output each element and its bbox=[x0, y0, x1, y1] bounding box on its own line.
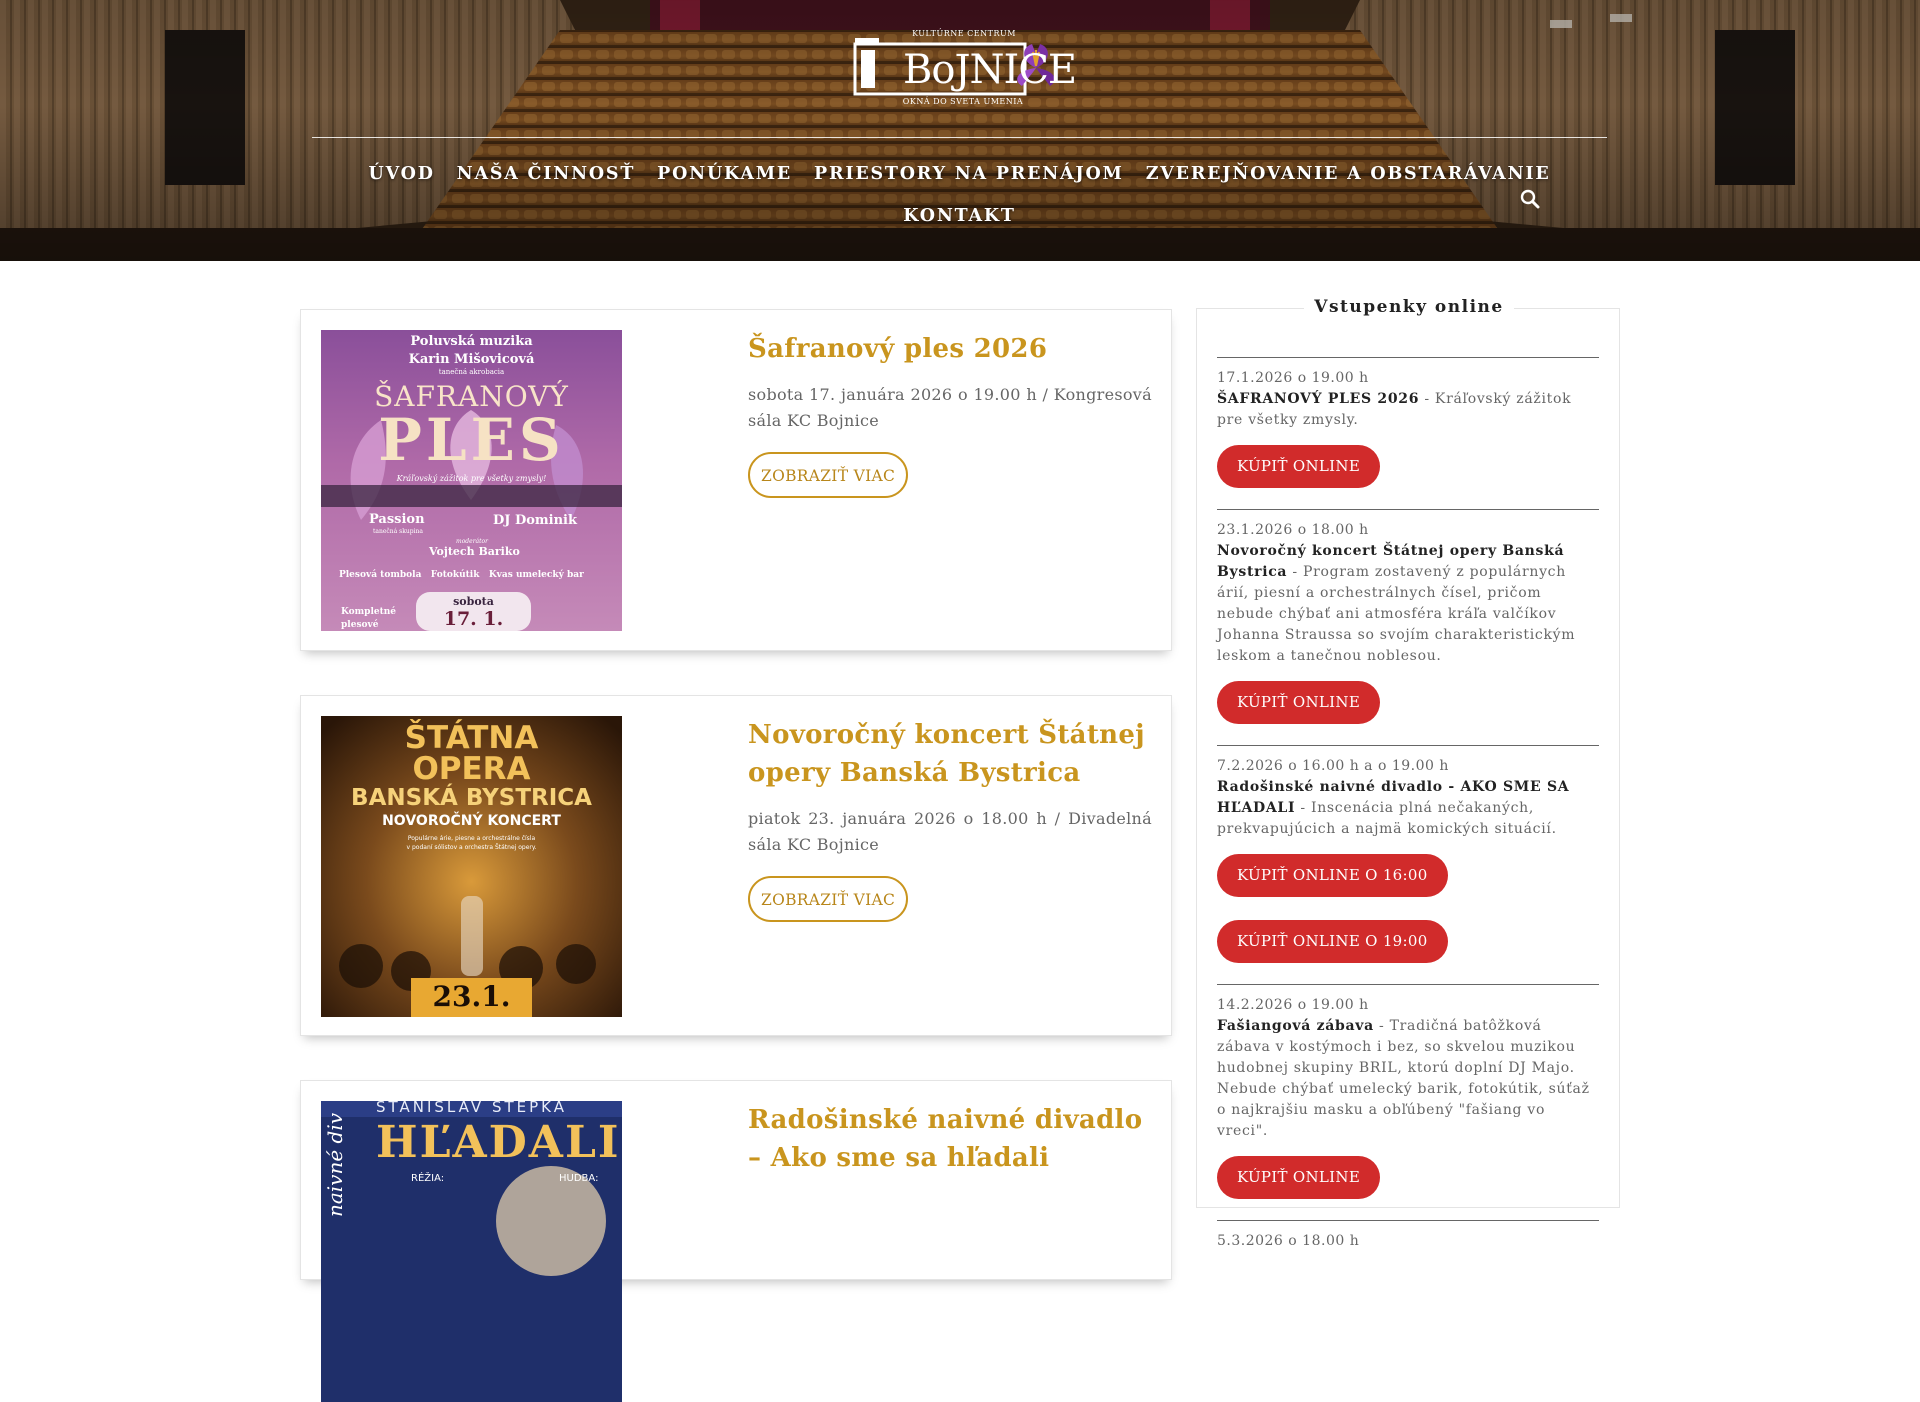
poster-headline: HĽADALI bbox=[376, 1117, 621, 1168]
poster-small: Populárne árie, piesne a orchestrálne čí… bbox=[407, 835, 536, 842]
ticket-date: 17.1.2026 o 19.00 h bbox=[1217, 370, 1369, 386]
ticket-item: 17.1.2026 o 19.00 h ŠAFRANOVÝ PLES 2026 … bbox=[1217, 357, 1599, 509]
nav-row-secondary: KONTAKT bbox=[312, 204, 1607, 228]
nav-item-nasa-cinnost[interactable]: NAŠA ČINNOSŤ bbox=[446, 162, 647, 186]
poster-line: OPERA bbox=[412, 751, 531, 787]
poster-line: tanečná akrobacia bbox=[438, 368, 505, 376]
ticket-description: Fašiangová zábava - Tradičná batôžková z… bbox=[1217, 1018, 1590, 1139]
buy-online-1900-button[interactable]: KÚPIŤ ONLINE O 19:00 bbox=[1217, 920, 1448, 963]
poster-date: 23.1. bbox=[432, 980, 511, 1013]
ticket-date: 23.1.2026 o 18.00 h bbox=[1217, 522, 1369, 538]
event-date-venue: sobota 17. januára 2026 o 19.00 h / Kong… bbox=[748, 385, 1152, 430]
ticket-description: Radošinské naivné divadlo - AKO SME SA H… bbox=[1217, 779, 1570, 837]
event-poster-safranovy-ples[interactable]: Poluvská muzika Karin Mišovicová tanečná… bbox=[321, 330, 622, 631]
ticket-list: 17.1.2026 o 19.00 h ŠAFRANOVÝ PLES 2026 … bbox=[1217, 357, 1599, 1273]
poster-headline: PLES bbox=[378, 406, 565, 474]
buy-online-1600-button[interactable]: KÚPIŤ ONLINE O 16:00 bbox=[1217, 854, 1448, 897]
poster-extras: Plesová tombola Fotokútik Kvas umelecký … bbox=[339, 570, 584, 580]
buy-online-button[interactable]: KÚPIŤ ONLINE bbox=[1217, 445, 1381, 488]
poster-tagline: Kráľovský zážitok pre všetky zmysly! bbox=[396, 474, 547, 483]
ticket-description: Novoročný koncert Štátnej opery Banská B… bbox=[1217, 543, 1576, 664]
poster-small: v podaní sólistov a orchestra Štátnej op… bbox=[406, 844, 537, 851]
ticket-name[interactable]: Fašiangová zábava bbox=[1217, 1018, 1374, 1034]
main-navigation: ÚVOD NAŠA ČINNOSŤ PONÚKAME PRIESTORY NA … bbox=[312, 162, 1607, 228]
poster-credit: HUDBA: bbox=[559, 1173, 599, 1184]
poster-act-sub: tanečná skupina bbox=[373, 528, 423, 535]
nav-item-zverejnovanie[interactable]: ZVEREJŇOVANIE A OBSTARÁVANIE bbox=[1135, 162, 1562, 186]
event-card: STANISLAV ŠTEPKA HĽADALI naivné div RÉŽI… bbox=[300, 1080, 1172, 1402]
poster-date: 17. 1. bbox=[443, 608, 504, 630]
show-more-button[interactable]: ZOBRAZIŤ VIAC bbox=[748, 876, 909, 922]
site-logo[interactable]: KULTÚRNE CENTRUM BoJNICE OKNÁ DO SVETA U… bbox=[853, 24, 1077, 114]
ticket-item: 14.2.2026 o 19.00 h Fašiangová zábava - … bbox=[1217, 984, 1599, 1220]
ticket-item: 5.3.2026 o 18.00 h bbox=[1217, 1220, 1599, 1273]
event-card: Poluvská muzika Karin Mišovicová tanečná… bbox=[300, 309, 1172, 651]
nav-row-primary: ÚVOD NAŠA ČINNOSŤ PONÚKAME PRIESTORY NA … bbox=[312, 162, 1607, 186]
poster-author: STANISLAV ŠTEPKA bbox=[375, 1101, 568, 1116]
event-details: Radošinské naivné divadlo – Ako sme sa h… bbox=[748, 1101, 1152, 1177]
poster-act: Passion bbox=[369, 512, 425, 527]
ticket-description: ŠAFRANOVÝ PLES 2026 - Kráľovský zážitok … bbox=[1217, 391, 1572, 428]
ticket-item: 7.2.2026 o 16.00 h a o 19.00 h Radošinsk… bbox=[1217, 745, 1599, 984]
event-title[interactable]: Šafranový ples 2026 bbox=[748, 330, 1152, 368]
poster-line: BANSKÁ BYSTRICA bbox=[351, 785, 592, 811]
poster-line: ŠTÁTNA bbox=[404, 720, 539, 756]
show-more-button[interactable]: ZOBRAZIŤ VIAC bbox=[748, 452, 909, 498]
logo-tagline-bottom: OKNÁ DO SVETA UMENIA bbox=[902, 97, 1024, 106]
event-card: ŠTÁTNA OPERA BANSKÁ BYSTRICA NOVOROČNÝ K… bbox=[300, 695, 1172, 1036]
ticket-date: 5.3.2026 o 18.00 h bbox=[1217, 1233, 1360, 1249]
event-poster-novorocny-koncert[interactable]: ŠTÁTNA OPERA BANSKÁ BYSTRICA NOVOROČNÝ K… bbox=[321, 716, 622, 1017]
poster-line: Poluvská muzika bbox=[410, 334, 533, 349]
nav-item-kontakt[interactable]: KONTAKT bbox=[892, 204, 1026, 228]
ticket-name[interactable]: ŠAFRANOVÝ PLES 2026 bbox=[1217, 391, 1419, 407]
poster-corner: Kompletné plesové bbox=[341, 607, 397, 630]
ticket-item: 23.1.2026 o 18.00 h Novoročný koncert Št… bbox=[1217, 509, 1599, 745]
event-title[interactable]: Radošinské naivné divadlo – Ako sme sa h… bbox=[748, 1101, 1152, 1177]
nav-item-priestory[interactable]: PRIESTORY NA PRENÁJOM bbox=[803, 162, 1135, 186]
sidebar-title: Vstupenky online bbox=[1197, 297, 1621, 317]
event-date-venue: piatok 23. januára 2026 o 18.00 h / Diva… bbox=[748, 809, 1152, 854]
event-details: Novoročný koncert Štátnej opery Banská B… bbox=[748, 716, 1152, 922]
event-title[interactable]: Novoročný koncert Štátnej opery Banská B… bbox=[748, 716, 1152, 792]
logo-tagline-top: KULTÚRNE CENTRUM bbox=[912, 29, 1016, 38]
poster-moderator-label: moderátor bbox=[456, 538, 489, 545]
nav-item-uvod[interactable]: ÚVOD bbox=[358, 162, 446, 186]
poster-line: NOVOROČNÝ KONCERT bbox=[382, 813, 561, 829]
header-divider bbox=[312, 137, 1607, 138]
nav-item-ponukame[interactable]: PONÚKAME bbox=[646, 162, 803, 186]
poster-act: DJ Dominik bbox=[493, 513, 577, 528]
buy-online-button[interactable]: KÚPIŤ ONLINE bbox=[1217, 1156, 1381, 1199]
poster-moderator: Vojtech Bariko bbox=[429, 545, 520, 558]
logo-wordmark: BoJNICE bbox=[903, 47, 1077, 93]
search-icon[interactable] bbox=[1519, 188, 1541, 210]
poster-line: Karin Mišovicová bbox=[408, 352, 535, 367]
buy-online-button[interactable]: KÚPIŤ ONLINE bbox=[1217, 681, 1381, 724]
event-details: Šafranový ples 2026 sobota 17. januára 2… bbox=[748, 330, 1152, 498]
ticket-date: 7.2.2026 o 16.00 h a o 19.00 h bbox=[1217, 758, 1449, 774]
poster-day: sobota bbox=[453, 595, 494, 608]
tickets-sidebar: Vstupenky online 17.1.2026 o 19.00 h ŠAF… bbox=[1196, 297, 1620, 1249]
poster-side-text: naivné div bbox=[323, 1112, 348, 1218]
event-poster-radosinske-divadlo[interactable]: STANISLAV ŠTEPKA HĽADALI naivné div RÉŽI… bbox=[321, 1101, 622, 1402]
site-header: KULTÚRNE CENTRUM BoJNICE OKNÁ DO SVETA U… bbox=[0, 0, 1920, 261]
ticket-date: 14.2.2026 o 19.00 h bbox=[1217, 997, 1369, 1013]
poster-credit: RÉŽIA: bbox=[411, 1173, 445, 1184]
